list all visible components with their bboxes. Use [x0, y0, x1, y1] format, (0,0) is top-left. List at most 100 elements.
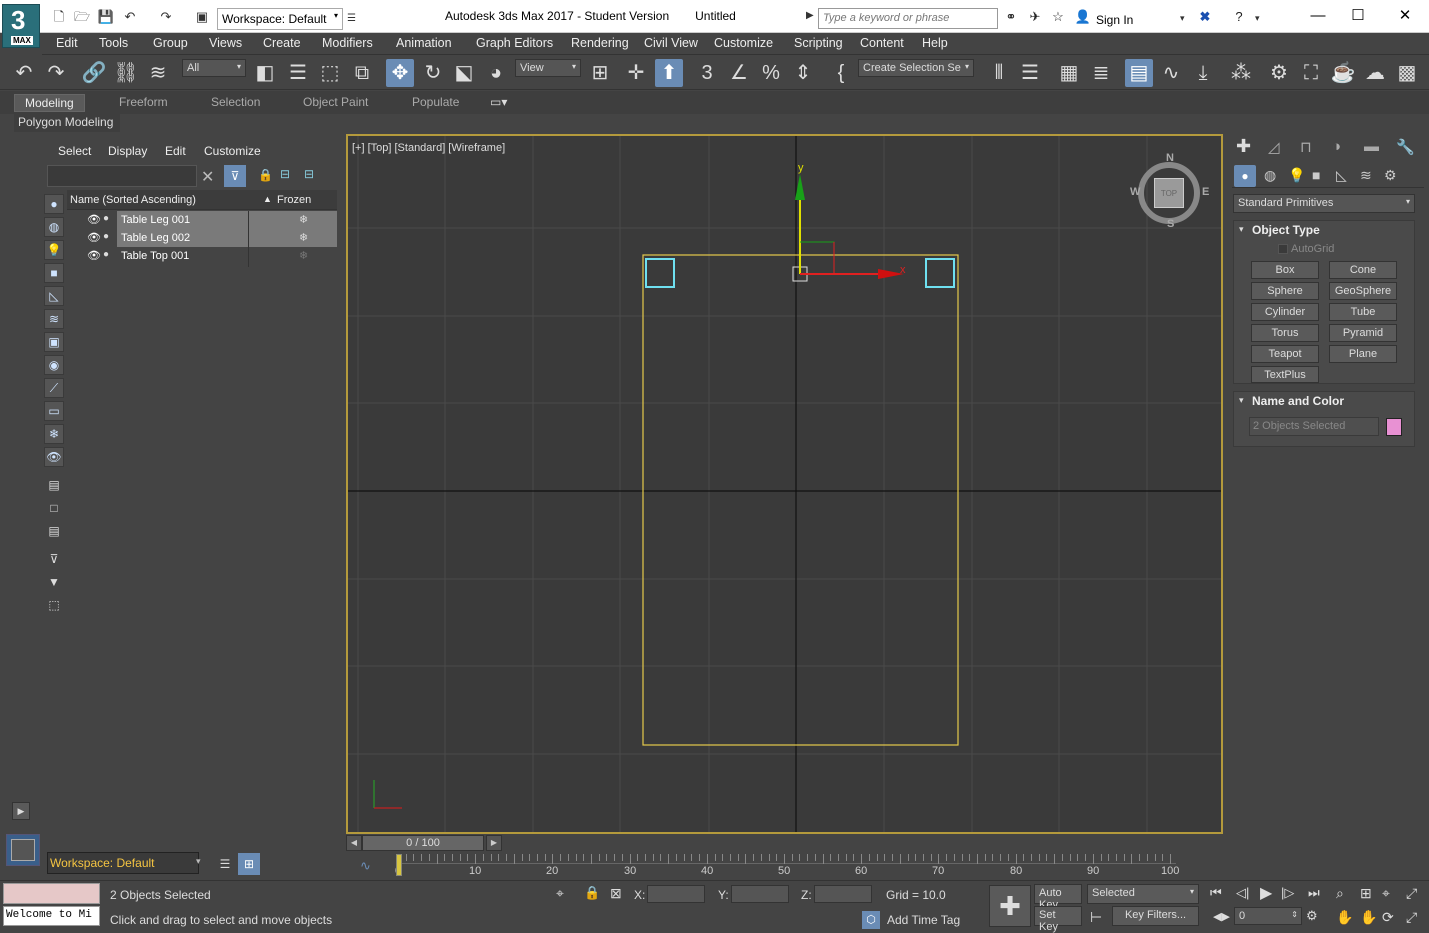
zoom-extents-all-icon[interactable]: ⤢	[1406, 885, 1417, 902]
save-icon[interactable]: 💾	[97, 9, 115, 25]
explorer-menu-select[interactable]: Select	[58, 144, 91, 158]
maxscript-listener-input[interactable]: Welcome to Mi	[3, 906, 100, 926]
display-none-icon[interactable]: □	[44, 499, 64, 519]
rollout-title[interactable]: Name and Color	[1252, 394, 1344, 408]
motion-tab-icon[interactable]: ◑	[1332, 138, 1341, 155]
textplus-button[interactable]: TextPlus	[1251, 366, 1319, 383]
select-rotate-icon[interactable]: ↻	[419, 59, 447, 87]
help-icon[interactable]: ?	[1230, 9, 1248, 25]
isolate-selection-icon[interactable]: ⌖	[556, 885, 564, 902]
geometry-category-icon[interactable]: ●	[1234, 165, 1256, 187]
maxscript-mini-listener-pink[interactable]	[3, 883, 100, 904]
timeline-current-frame-marker[interactable]	[396, 854, 402, 876]
manage-layers-icon[interactable]: ⬚	[44, 596, 64, 616]
select-by-name-icon[interactable]: ☰	[284, 59, 312, 87]
named-selection-set-dropdown[interactable]: Create Selection Se ▾	[858, 59, 974, 77]
helpers-category-icon[interactable]: ◺	[1336, 167, 1347, 184]
display-hidden-icon[interactable]: 👁	[44, 447, 64, 467]
lights-category-icon[interactable]: 💡	[1288, 167, 1305, 184]
select-move-icon[interactable]: ✥	[386, 59, 414, 87]
select-scale-icon[interactable]: ⬕	[450, 59, 478, 87]
key-mode-icon[interactable]: ◀▶	[1213, 910, 1230, 923]
display-spacewarps-icon[interactable]: ≋	[44, 309, 64, 329]
utilities-tab-icon[interactable]: 🔧	[1396, 138, 1415, 156]
search-input[interactable]: Type a keyword or phrase	[818, 8, 998, 29]
menu-modifiers[interactable]: Modifiers	[322, 36, 373, 50]
modify-tab-icon[interactable]: ◿	[1268, 138, 1280, 156]
shapes-category-icon[interactable]: ◍	[1264, 167, 1276, 184]
y-coordinate-field[interactable]	[731, 885, 789, 903]
filter-by-selection-icon[interactable]: ⊽	[44, 550, 64, 570]
toggle-scene-explorer-icon[interactable]: ▦	[1055, 59, 1083, 87]
previous-frame-icon[interactable]: ◁|	[1236, 885, 1249, 901]
viewport-layout-icon[interactable]	[6, 834, 40, 866]
maximize-viewport-icon[interactable]: ⤢	[1406, 909, 1417, 926]
freeze-icon[interactable]: ❄	[299, 213, 308, 226]
zoom-extents-icon[interactable]: ⌖	[1382, 885, 1390, 902]
menu-create[interactable]: Create	[263, 36, 301, 50]
autogrid-checkbox[interactable]	[1278, 244, 1288, 254]
hierarchy-icon[interactable]: ⊟	[280, 167, 290, 181]
list-item[interactable]: 👁 ● Table Top 001 ❄	[67, 247, 337, 265]
expand-arrow-icon[interactable]: ▶	[12, 802, 30, 820]
undo-icon[interactable]: ↶	[10, 59, 38, 87]
reference-coordinate-dropdown[interactable]: View ▾	[515, 59, 581, 77]
selection-filter-dropdown[interactable]: All ▾	[182, 59, 246, 77]
teapot-button[interactable]: Teapot	[1251, 345, 1319, 363]
ribbon-options-icon[interactable]: ▭▾	[490, 95, 507, 109]
redo-icon[interactable]: ↷	[42, 59, 70, 87]
tab-modeling[interactable]: Modeling	[14, 94, 85, 112]
sign-in-dropdown-icon[interactable]: ▾	[1180, 13, 1185, 24]
layers-icon[interactable]: ☰	[214, 853, 236, 875]
geosphere-button[interactable]: GeoSphere	[1329, 282, 1397, 300]
viewport-top[interactable]: y x [+] [Top] [Standard] [Wireframe] TOP…	[346, 134, 1223, 834]
zoom-icon[interactable]: ⌕	[1336, 885, 1344, 902]
display-bones-icon[interactable]: ⟋	[44, 378, 64, 398]
cone-button[interactable]: Cone	[1329, 261, 1397, 279]
object-color-swatch[interactable]	[1386, 418, 1402, 436]
menu-customize[interactable]: Customize	[714, 36, 773, 50]
select-manipulate-icon[interactable]: ✛	[622, 59, 650, 87]
track-bar[interactable]: 0102030405060708090100	[395, 854, 1179, 878]
current-frame-field[interactable]: 0 ⇕	[1234, 907, 1302, 925]
filter-toggle-icon[interactable]: ▼	[44, 573, 64, 593]
render-dot-icon[interactable]: ●	[103, 249, 109, 260]
absolute-mode-icon[interactable]: ⊠	[610, 885, 622, 902]
workspace-dropdown-icon[interactable]: ▾	[196, 856, 201, 867]
render-setup-icon[interactable]: ⚙	[1265, 59, 1293, 87]
edit-named-selection-icon[interactable]: {	[827, 59, 855, 87]
visibility-eye-icon[interactable]: 👁	[87, 231, 101, 244]
time-prev-arrow[interactable]: ◀	[346, 835, 362, 851]
explorer-workspace-dropdown[interactable]: Workspace: Default	[47, 852, 199, 874]
visibility-eye-icon[interactable]: 👁	[87, 213, 101, 226]
freeze-icon[interactable]: ❄	[299, 231, 308, 244]
viewport-label-menu[interactable]: [+] [Top] [Standard] [Wireframe]	[352, 142, 505, 154]
tab-freeform[interactable]: Freeform	[119, 95, 168, 109]
angle-snap-icon[interactable]: ∠	[725, 59, 753, 87]
list-item[interactable]: 👁 ● Table Leg 002 ❄	[67, 229, 337, 247]
toggle-ribbon-icon[interactable]: ▤	[1125, 59, 1153, 87]
key-mode-toggle-icon[interactable]: ⊢	[1090, 909, 1102, 926]
rollout-collapse-icon[interactable]: ▾	[1239, 224, 1244, 235]
display-cameras-icon[interactable]: ■	[44, 263, 64, 283]
close-button[interactable]: ✕	[1385, 6, 1425, 26]
select-place-icon[interactable]: ◕	[482, 59, 510, 87]
binoculars-icon[interactable]: ⚭	[1002, 9, 1020, 25]
list-item[interactable]: 👁 ● Table Leg 001 ❄	[67, 211, 337, 229]
a360-gallery-icon[interactable]: ▩	[1393, 59, 1421, 87]
box-button[interactable]: Box	[1251, 261, 1319, 279]
go-to-start-icon[interactable]: ⏮	[1210, 885, 1222, 901]
sphere-button[interactable]: Sphere	[1251, 282, 1319, 300]
explorer-menu-customize[interactable]: Customize	[204, 144, 261, 158]
spacewarps-category-icon[interactable]: ≋	[1360, 167, 1372, 184]
time-config-icon[interactable]: ⚙	[1306, 908, 1318, 924]
explorer-menu-edit[interactable]: Edit	[165, 144, 186, 158]
freeze-icon[interactable]: ❄	[299, 249, 308, 262]
rendered-frame-window-icon[interactable]: ⛶	[1297, 59, 1325, 87]
menu-animation[interactable]: Animation	[396, 36, 452, 50]
align-icon[interactable]: ☰	[1016, 59, 1044, 87]
display-xrefs-icon[interactable]: ◉	[44, 355, 64, 375]
mini-curve-editor-icon[interactable]: ∿	[360, 858, 371, 874]
column-name-header[interactable]: Name (Sorted Ascending)	[70, 194, 196, 206]
orbit-icon[interactable]: ⟳	[1382, 909, 1394, 926]
